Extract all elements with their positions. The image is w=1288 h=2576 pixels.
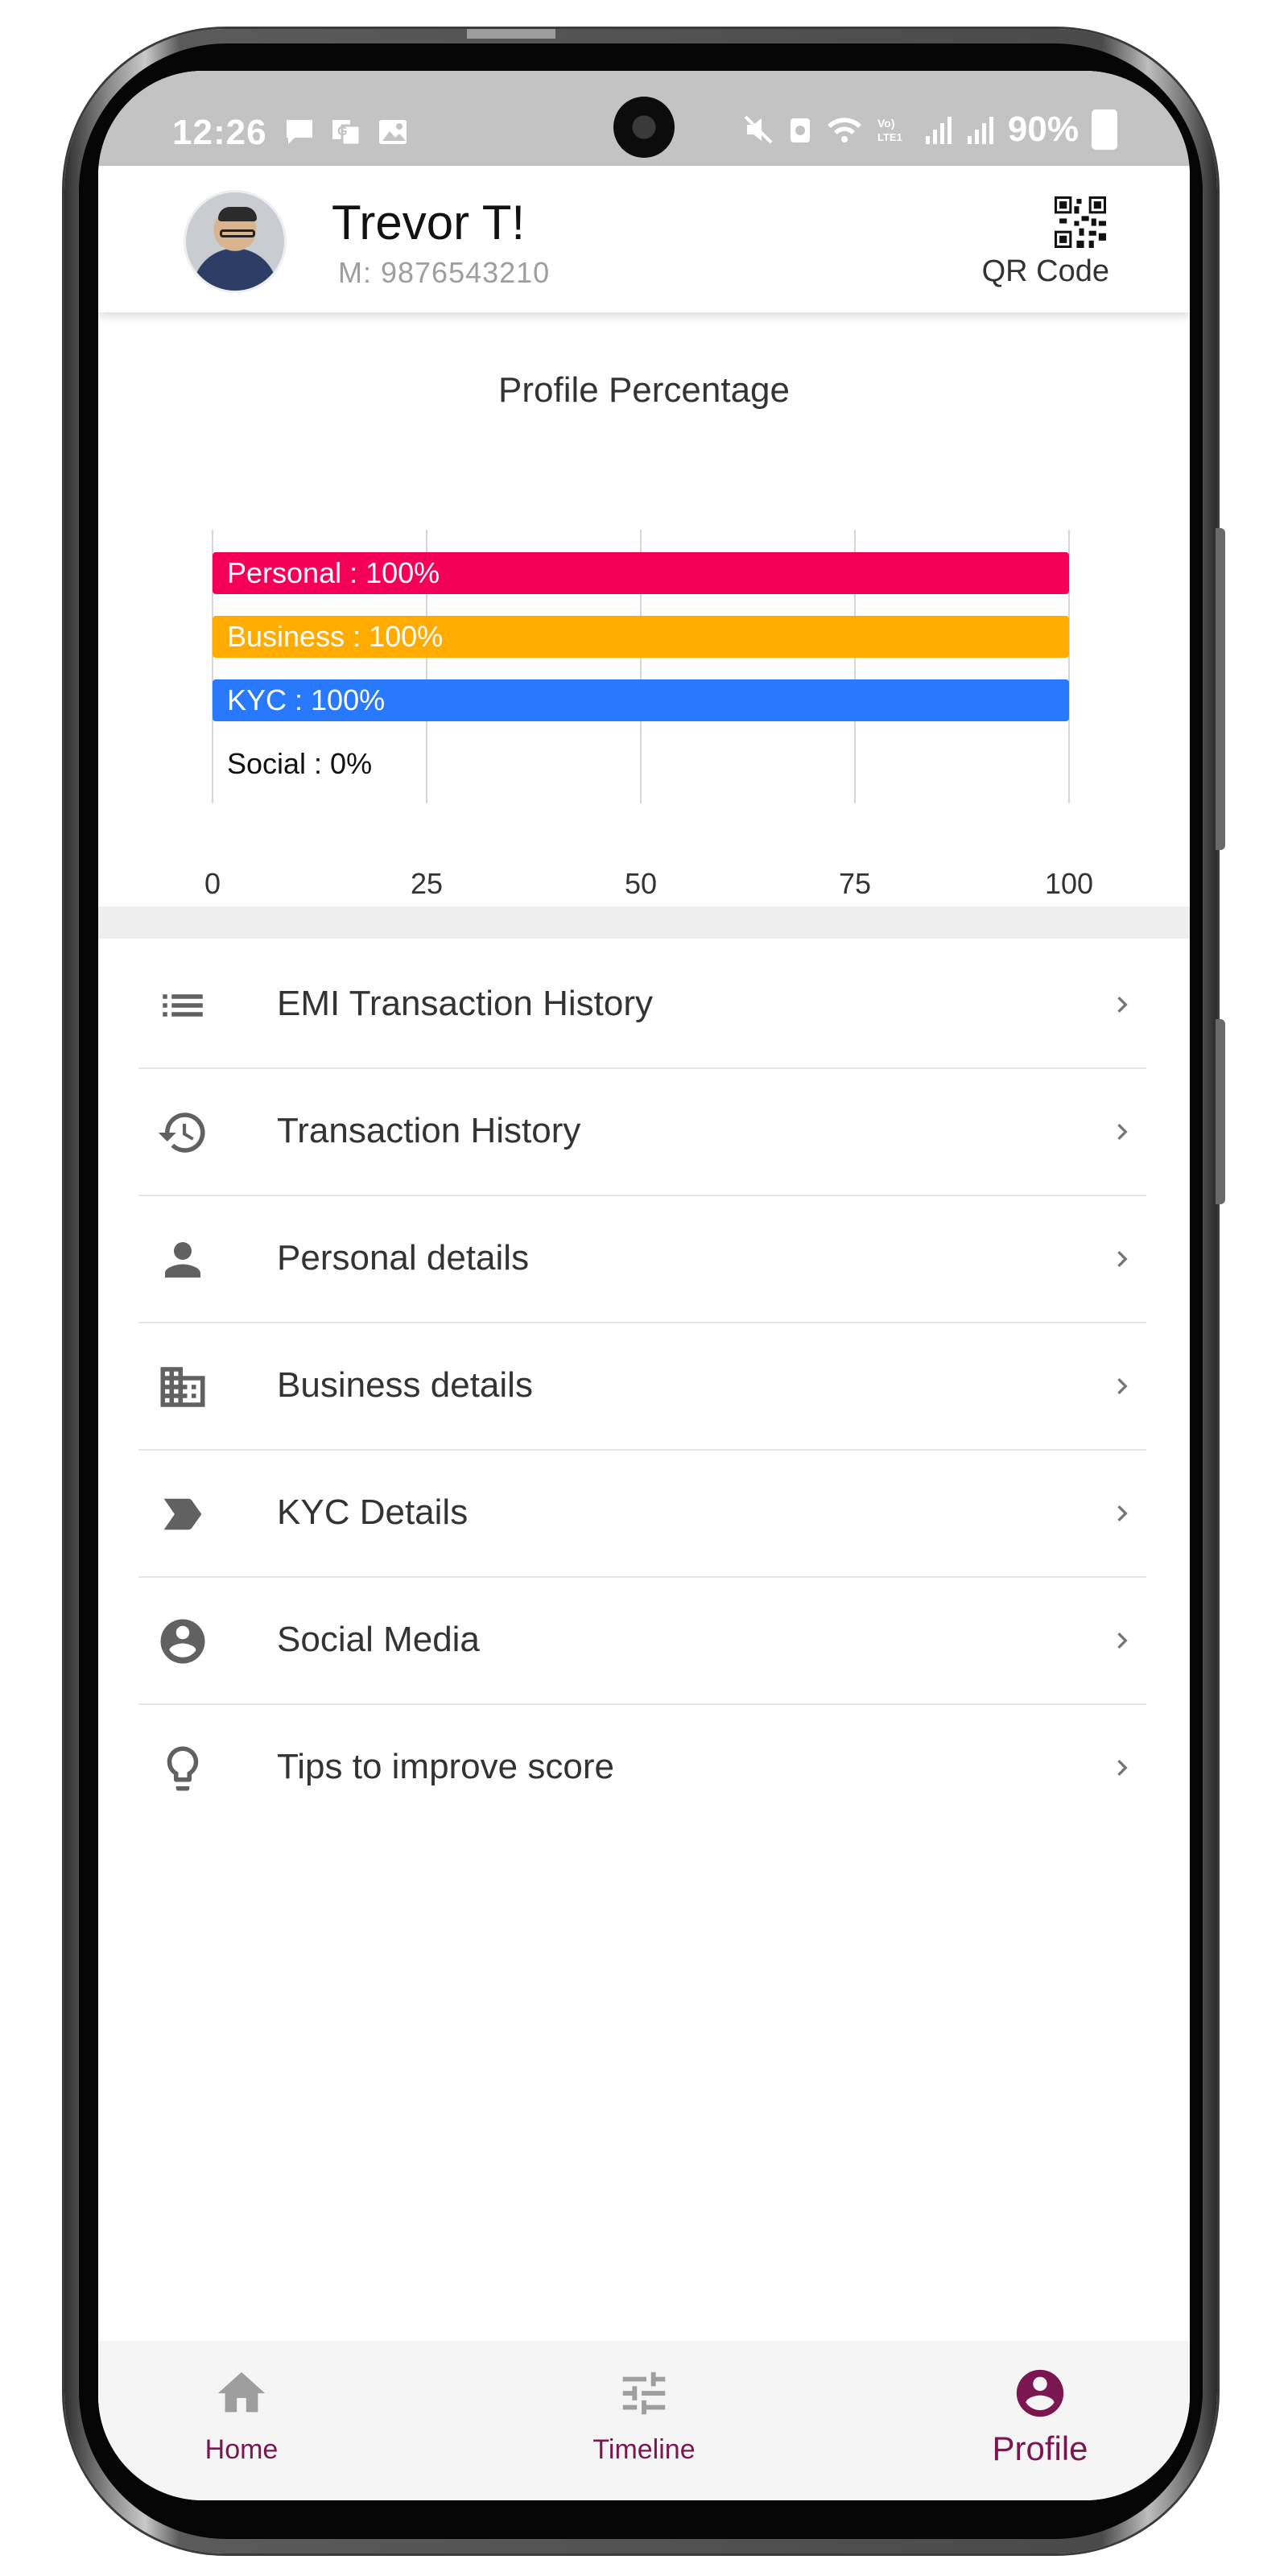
menu-item-label: KYC Details: [277, 1492, 469, 1532]
chevron-right-icon: [1117, 1378, 1128, 1394]
svg-text:Vo): Vo): [877, 117, 895, 130]
status-time: 12:26: [172, 113, 267, 152]
x-tick-label: 75: [839, 867, 871, 900]
menu-item-transaction-history[interactable]: Transaction History: [138, 1069, 1146, 1196]
nav-home-label: Home: [204, 2434, 279, 2465]
bar-label-kyc: KYC : 100%: [227, 683, 385, 716]
nav-profile[interactable]: Profile: [903, 2341, 1177, 2500]
translate-icon: G: [332, 120, 361, 147]
notification-icons: G: [283, 118, 409, 147]
chevron-right-icon: [1117, 1633, 1128, 1649]
image-icon: [379, 120, 407, 144]
person-icon: [165, 1242, 200, 1278]
profile-percentage-chart: 0 25 50 75 100 Personal : 100% Business : 100%…: [204, 530, 1093, 900]
frame-seam: [467, 29, 555, 39]
building-icon: [160, 1367, 205, 1407]
x-tick-label: 0: [204, 867, 221, 900]
battery-percent: 90%: [1007, 109, 1079, 149]
nav-home[interactable]: Home: [105, 2341, 378, 2500]
bar-label-business: Business : 100%: [227, 620, 443, 653]
menu-item-label: EMI Transaction History: [277, 984, 654, 1023]
menu-item-label: Transaction History: [277, 1111, 581, 1150]
list-icon: [163, 994, 203, 1017]
x-tick-label: 100: [1045, 867, 1093, 900]
profile-icon: [1016, 2369, 1064, 2417]
label-tag-icon: [163, 1498, 202, 1530]
wifi-icon: [827, 118, 861, 142]
x-tick-label: 50: [625, 867, 657, 900]
menu-item-label: Tips to improve score: [277, 1747, 614, 1786]
avatar[interactable]: [184, 190, 287, 293]
chevron-right-icon: [1117, 1505, 1128, 1521]
power-button: [1216, 1019, 1225, 1204]
nav-timeline[interactable]: Timeline: [507, 2341, 781, 2500]
home-icon: [217, 2372, 266, 2413]
history-icon: [158, 1113, 205, 1153]
menu-item-label: Social Media: [277, 1620, 480, 1659]
chevron-right-icon: [1117, 997, 1128, 1013]
bottom-navigation: Home Timeline Profile: [98, 2341, 1190, 2500]
nav-profile-label: Profile: [992, 2429, 1088, 2467]
chevron-right-icon: [1117, 1760, 1128, 1776]
user-name: Trevor T!: [332, 196, 526, 250]
profile-header: Trevor T! M: 9876543210 QR Code: [98, 166, 1190, 312]
tune-icon: [622, 2372, 666, 2415]
signal-icon-2: [967, 117, 993, 144]
qr-code-icon[interactable]: [1055, 196, 1106, 248]
menu-item-tips-to-improve-score[interactable]: Tips to improve score: [138, 1705, 1146, 1832]
menu-item-social-media[interactable]: Social Media: [138, 1578, 1146, 1705]
front-camera: [613, 97, 675, 158]
menu-item-personal-details[interactable]: Personal details: [138, 1196, 1146, 1323]
chart-title: Profile Percentage: [498, 370, 790, 410]
bar-label-personal: Personal : 100%: [227, 556, 440, 589]
bar-label-social: Social : 0%: [227, 747, 372, 780]
menu-item-label: Business details: [277, 1365, 533, 1405]
menu-item-emi-transaction-history[interactable]: EMI Transaction History: [138, 942, 1146, 1069]
user-mobile: M: 9876543210: [338, 256, 551, 289]
volte-icon: Vo)LTE1: [877, 117, 902, 143]
data-saver-icon: [790, 118, 810, 142]
section-divider: [98, 906, 1190, 939]
volume-button: [1216, 528, 1225, 850]
nav-timeline-label: Timeline: [592, 2434, 696, 2465]
signal-icon-1: [925, 117, 952, 144]
mute-icon: [744, 115, 773, 144]
chevron-right-icon: [1117, 1251, 1128, 1267]
svg-text:G: G: [337, 125, 347, 138]
message-icon: [287, 120, 312, 144]
x-tick-label: 25: [411, 867, 443, 900]
chevron-right-icon: [1117, 1124, 1128, 1140]
account-circle-icon: [160, 1619, 205, 1664]
menu-item-label: Personal details: [277, 1238, 530, 1278]
lightbulb-icon: [167, 1746, 199, 1791]
battery-charging-icon: [1092, 109, 1117, 150]
screen: 12:26 G Vo) LTE1 90% Trevor T! M: 9876543…: [98, 71, 1190, 2500]
menu-item-business-details[interactable]: Business details: [138, 1323, 1146, 1451]
status-bar: 12:26 G Vo) LTE1 90%: [98, 71, 1190, 166]
system-icons: Vo) LTE1 90%: [742, 109, 1117, 150]
svg-text:LTE1: LTE1: [877, 131, 902, 143]
profile-menu: EMI Transaction History Transaction Hist…: [138, 942, 1146, 1832]
qr-code-label[interactable]: QR Code: [982, 254, 1109, 289]
menu-item-kyc-details[interactable]: KYC Details: [138, 1451, 1146, 1578]
